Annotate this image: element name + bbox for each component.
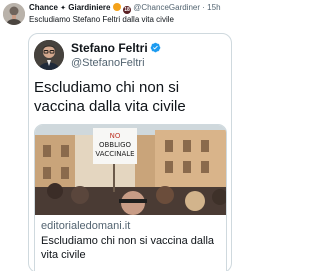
retweet-author-name[interactable]: Chance: [29, 3, 58, 12]
quoted-author-name-text: Stefano Feltri: [71, 41, 148, 55]
quoted-tweet-card[interactable]: Stefano Feltri @StefanoFeltri Escludiamo…: [28, 33, 232, 271]
quoted-author-name[interactable]: Stefano Feltri: [71, 41, 161, 55]
age-badge: 18: [122, 6, 131, 14]
retweet-text: Escludiamo Stefano Feltri dalla vita civ…: [29, 15, 174, 24]
retweet-header: Chance ✦ Giardiniere 18 @ChanceGardiner …: [29, 2, 250, 14]
link-preview-image: NO OBBLIGO VACCINALE: [35, 125, 226, 215]
sparkle-icon: ✦: [60, 5, 67, 12]
verified-badge-icon: [150, 42, 160, 53]
retweet-handle[interactable]: @ChanceGardiner: [133, 3, 200, 12]
retweet-author-name-suffix[interactable]: Giardiniere: [68, 3, 110, 12]
orange-emoji-icon: [112, 3, 121, 11]
retweet-time[interactable]: 15h: [207, 3, 220, 12]
sign-text-1: NO: [110, 132, 121, 140]
link-preview-card[interactable]: NO OBBLIGO VACCINALE editorialedomani.it…: [34, 124, 227, 271]
quoted-avatar[interactable]: [34, 40, 64, 70]
link-title[interactable]: Escludiamo chi non si vaccina dalla vita…: [41, 234, 223, 262]
quoted-text: Escludiamo chi non si vaccina dalla vita…: [34, 79, 186, 115]
separator-dot: ·: [202, 3, 205, 12]
quoted-handle[interactable]: @StefanoFeltri: [71, 56, 145, 70]
link-domain[interactable]: editorialedomani.it: [41, 219, 130, 233]
sign-text-3: VACCINALE: [95, 150, 134, 158]
sign-text-2: OBBLIGO: [99, 141, 132, 149]
avatar-photo: [34, 40, 64, 70]
retweet-avatar[interactable]: [3, 3, 25, 25]
avatar-photo: [3, 3, 25, 25]
